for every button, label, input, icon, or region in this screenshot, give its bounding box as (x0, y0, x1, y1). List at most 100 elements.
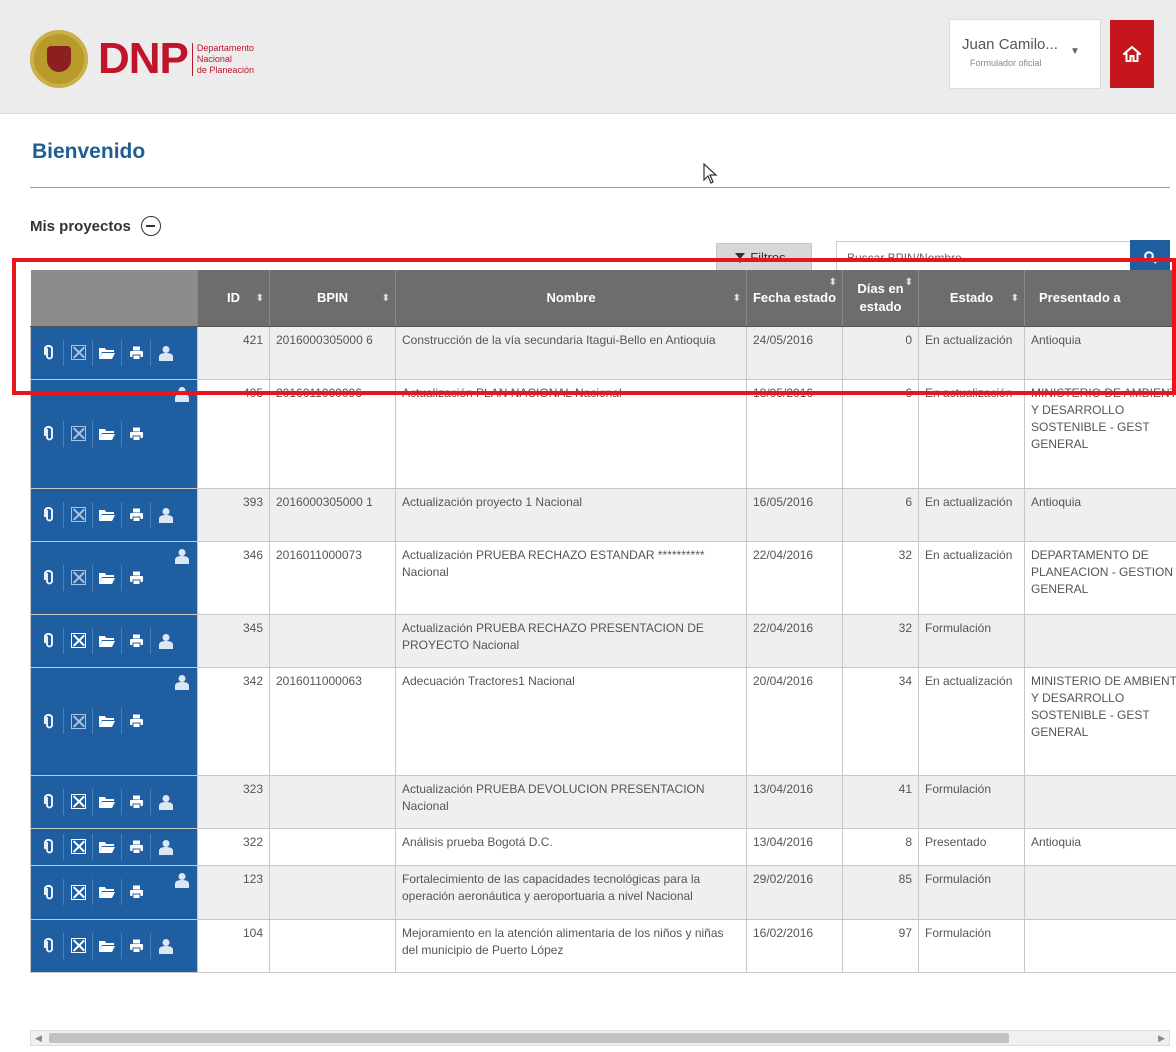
print-button[interactable] (122, 501, 151, 528)
open-folder-button[interactable] (93, 339, 122, 366)
cell-nombre[interactable]: Actualización PRUEBA DEVOLUCION PRESENTA… (395, 774, 747, 829)
home-button[interactable] (1110, 20, 1154, 88)
delete-button[interactable] (64, 564, 93, 591)
close-icon (70, 794, 86, 809)
horizontal-scrollbar[interactable]: ◀ ▶ (30, 1030, 1170, 1046)
print-button[interactable] (122, 565, 151, 591)
print-button[interactable] (122, 708, 151, 734)
table-row[interactable]: 346 2016011000073 Actualización PRUEBA REC… (30, 540, 1176, 615)
search-input[interactable]: Buscar BPIN/Nombre (836, 241, 1131, 273)
delete-button[interactable] (64, 833, 93, 860)
attach-button[interactable] (35, 708, 64, 734)
cell-id: 123 (197, 864, 270, 920)
assign-user-button[interactable] (151, 933, 180, 959)
filters-button[interactable]: Filtros.. (716, 243, 812, 272)
assign-user-button[interactable] (151, 502, 180, 528)
cell-nombre[interactable]: Actualización PRUEBA RECHAZO PRESENTACIO… (395, 613, 747, 668)
cell-presentado: MINISTERIO DE AMBIENTE Y DESARROLLO SOST… (1024, 666, 1176, 776)
print-button[interactable] (122, 932, 151, 959)
print-button[interactable] (122, 627, 151, 654)
delete-button[interactable] (64, 788, 93, 815)
cell-nombre[interactable]: Adecuación Tractores1 Nacional (395, 666, 747, 776)
cell-dias: 32 (842, 540, 919, 615)
open-folder-button[interactable] (93, 932, 122, 959)
cell-nombre[interactable]: Mejoramiento en la atención alimentaria … (395, 918, 747, 973)
column-header-bpin[interactable]: BPIN ⬍ (269, 270, 396, 327)
attach-button[interactable] (35, 879, 64, 905)
attach-button[interactable] (35, 501, 64, 528)
attach-icon (43, 938, 53, 953)
assign-user-button[interactable] (175, 548, 189, 569)
assign-user-button[interactable] (175, 674, 189, 695)
scrollbar-thumb[interactable] (49, 1033, 1009, 1043)
cell-nombre[interactable]: Actualización proyecto 1 Nacional (395, 487, 747, 542)
print-button[interactable] (122, 788, 151, 815)
cell-presentado: MINISTERIO DE AMBIENTE Y DESARROLLO SOST… (1024, 378, 1176, 489)
print-icon (129, 634, 143, 648)
cell-nombre[interactable]: Análisis prueba Bogotá D.C. (395, 827, 747, 866)
delete-button[interactable] (64, 501, 93, 528)
table-row[interactable]: 345 Actualización PRUEBA RECHAZO PRESENTA… (30, 613, 1176, 668)
assign-user-button[interactable] (151, 834, 180, 860)
open-folder-button[interactable] (93, 708, 122, 734)
open-folder-button[interactable] (93, 420, 122, 447)
cell-fecha: 29/02/2016 (746, 864, 843, 920)
column-header-dias[interactable]: Días en estado ⬍ (842, 270, 919, 327)
cell-nombre[interactable]: Construcción de la vía secundaria Itagui… (395, 325, 747, 380)
attach-button[interactable] (35, 833, 64, 860)
table-row[interactable]: 323 Actualización PRUEBA DEVOLUCION PRESE… (30, 774, 1176, 829)
delete-button[interactable] (64, 420, 93, 447)
dnp-logo[interactable]: DNP Departamento Nacional de Planeación (30, 28, 254, 90)
open-folder-button[interactable] (93, 501, 122, 528)
print-button[interactable] (122, 421, 151, 447)
cell-nombre[interactable]: Actualización PRUEBA RECHAZO ESTANDAR **… (395, 540, 747, 615)
column-header-id[interactable]: ID ⬍ (197, 270, 270, 327)
delete-button[interactable] (64, 627, 93, 654)
column-header-nombre[interactable]: Nombre ⬍ (395, 270, 747, 327)
close-icon (70, 426, 86, 441)
cell-nombre[interactable]: Fortalecimiento de las capacidades tecno… (395, 864, 747, 920)
open-folder-button[interactable] (93, 564, 122, 591)
table-row[interactable]: 104 Mejoramiento en la atención alimentar… (30, 918, 1176, 973)
column-header-estado[interactable]: Estado ⬍ (918, 270, 1025, 327)
attach-button[interactable] (35, 339, 64, 366)
print-button[interactable] (122, 339, 151, 366)
open-folder-button[interactable] (93, 627, 122, 654)
cell-bpin (269, 918, 396, 973)
collapse-icon[interactable] (140, 216, 161, 236)
attach-icon (43, 507, 53, 522)
assign-user-button[interactable] (151, 789, 180, 815)
attach-button[interactable] (35, 627, 64, 654)
cell-id: 342 (197, 666, 270, 776)
user-menu[interactable]: Juan Camilo... Formulador oficial ▼ (949, 19, 1101, 89)
column-header-fecha[interactable]: Fecha estado ⬍ (746, 270, 843, 327)
column-header-presentado[interactable]: Presentado a (1024, 270, 1176, 327)
assign-user-button[interactable] (151, 340, 180, 366)
table-row[interactable]: 342 2016011000063 Adecuación Tractores1 Na… (30, 666, 1176, 776)
table-row[interactable]: 322 Análisis prueba Bogotá D.C. 13/04/2016… (30, 827, 1176, 866)
delete-button[interactable] (64, 879, 93, 905)
caret-down-icon: ▼ (1070, 46, 1080, 57)
delete-button[interactable] (64, 932, 93, 959)
delete-button[interactable] (64, 708, 93, 734)
assign-user-button[interactable] (175, 386, 189, 407)
attach-button[interactable] (35, 932, 64, 959)
print-button[interactable] (122, 879, 151, 905)
table-row[interactable]: 123 Fortalecimiento de las capacidades te… (30, 864, 1176, 920)
open-folder-button[interactable] (93, 879, 122, 905)
cell-dias: 34 (842, 666, 919, 776)
cell-nombre[interactable]: Actualización PLAN NACIONAL Nacional (395, 378, 747, 489)
table-row[interactable]: 421 2016000305000 6 Construcción de la vía… (30, 325, 1176, 380)
attach-button[interactable] (35, 788, 64, 815)
attach-button[interactable] (35, 420, 64, 447)
open-folder-button[interactable] (93, 788, 122, 815)
attach-button[interactable] (35, 564, 64, 591)
open-folder-button[interactable] (93, 833, 122, 860)
assign-user-button[interactable] (151, 628, 180, 654)
search-button[interactable] (1130, 240, 1170, 274)
assign-user-button[interactable] (175, 872, 189, 893)
table-row[interactable]: 393 2016000305000 1 Actualización proyecto… (30, 487, 1176, 542)
print-button[interactable] (122, 833, 151, 860)
table-row[interactable]: 405 2016011000096 Actualización PLAN NACIO… (30, 378, 1176, 489)
delete-button[interactable] (64, 339, 93, 366)
